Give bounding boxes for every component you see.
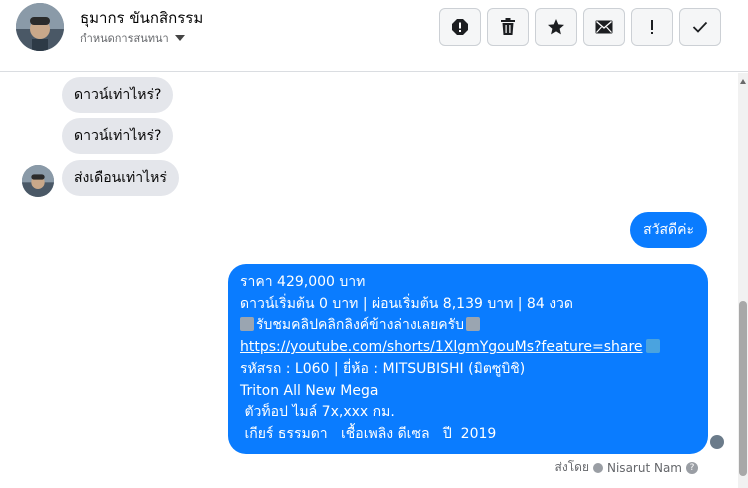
listing-link-row: https://youtube.com/shorts/1XlgmYgouMs?f… <box>240 337 696 359</box>
help-icon[interactable]: ? <box>686 461 698 474</box>
mark-spam-button[interactable] <box>439 8 481 46</box>
youtube-link[interactable]: https://youtube.com/shorts/1XlgmYgouMs?f… <box>240 339 643 355</box>
outgoing-listing-message[interactable]: ราคา 429,000 บาท ดาวน์เริ่มต้น 0 บาท | ผ… <box>228 264 708 454</box>
star-icon <box>548 19 564 35</box>
delete-button[interactable] <box>487 8 529 46</box>
mark-unread-button[interactable] <box>583 8 625 46</box>
sender-avatar[interactable] <box>22 165 54 197</box>
scrollbar-thumb[interactable] <box>739 301 747 476</box>
mail-icon <box>595 20 613 34</box>
sender-status-icon <box>593 462 603 473</box>
incoming-message[interactable]: ดาวน์เท่าไหร่? <box>62 118 174 154</box>
incoming-message[interactable]: ดาวน์เท่าไหร่? <box>62 77 174 113</box>
conversation-label-text: กำหนดการสนทนา <box>80 32 169 45</box>
arrow-down-icon <box>466 317 481 332</box>
sent-by-label: ส่งโดย <box>554 460 589 474</box>
scroll-up-icon[interactable] <box>740 79 746 84</box>
outgoing-message[interactable]: สวัสดีค่ะ <box>630 212 707 248</box>
sent-by-name[interactable]: Nisarut Nam <box>607 461 682 475</box>
message-thread: ดาวน์เท่าไหร่? ดาวน์เท่าไหร่? ส่งเดือนเท… <box>0 73 738 488</box>
follow-up-button[interactable] <box>631 8 673 46</box>
listing-model: Triton All New Mega <box>240 382 379 399</box>
check-icon <box>692 21 708 33</box>
listing-mileage: ตัวท็อป ไมล์ 7x,xxx กม. <box>240 404 395 421</box>
listing-price: ราคา 429,000 บาท <box>240 274 366 290</box>
star-button[interactable] <box>535 8 577 46</box>
thread-scrollbar[interactable] <box>738 73 748 488</box>
trash-icon <box>501 18 515 35</box>
conversation-label-dropdown[interactable]: กำหนดการสนทนา <box>80 29 185 47</box>
mark-done-button[interactable] <box>679 8 721 46</box>
header-actions <box>439 8 721 46</box>
listing-specs: เกียร์ ธรรมดา เชื้อเพลิง ดีเซล ปี 2019 <box>240 425 497 442</box>
listing-clip-cta-text: รับชมคลิปคลิกลิงค์ข้างล่างเลยครับ <box>256 317 465 334</box>
chevron-down-icon <box>174 35 185 41</box>
incoming-message[interactable]: ส่งเดือนเท่าไหร่ <box>62 160 179 196</box>
contact-avatar[interactable] <box>16 3 64 51</box>
listing-payment: ดาวน์เริ่มต้น 0 บาท | ผ่อนเริ่มต้น 8,139… <box>240 295 573 312</box>
conversation-header: ธุมากร ขันกสิกรรม กำหนดการสนทนา <box>0 0 748 72</box>
arrow-down-icon <box>240 317 254 332</box>
seen-avatar <box>710 435 724 449</box>
sent-by-info: ส่งโดย Nisarut Nam ? <box>555 458 698 477</box>
alert-icon <box>452 19 468 35</box>
listing-code-brand: รหัสรถ : L060 | ยี่ห้อ : MITSUBISHI (มิต… <box>240 360 526 377</box>
contact-name[interactable]: ธุมากร ขันกสิกรรม <box>80 6 203 30</box>
exclamation-icon <box>651 20 653 34</box>
check-mark-icon <box>645 339 660 354</box>
listing-clip-cta: รับชมคลิปคลิกลิงค์ข้างล่างเลยครับ <box>240 315 696 337</box>
